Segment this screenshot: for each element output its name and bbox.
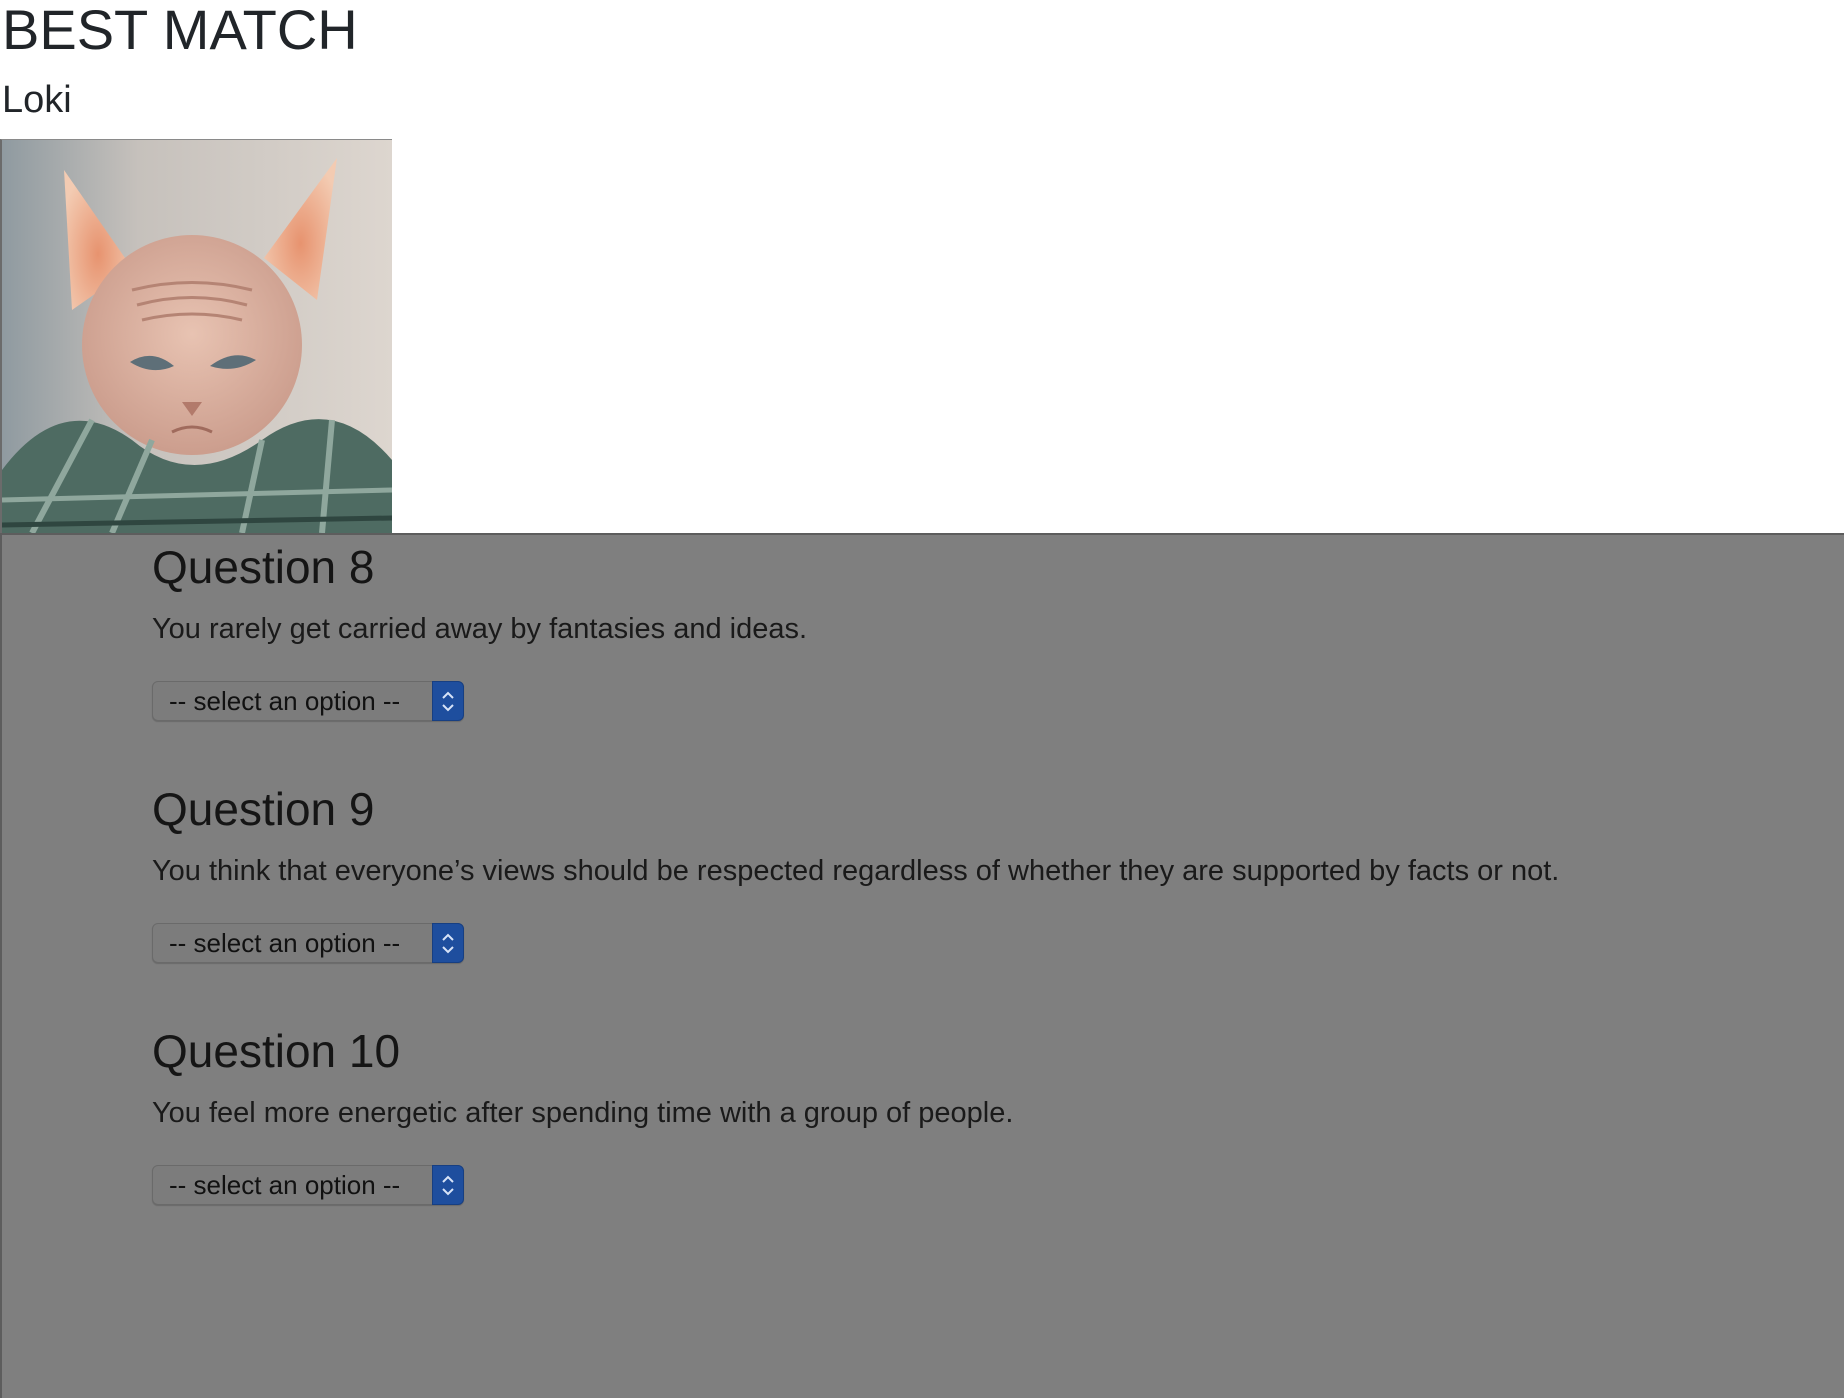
select-value: -- select an option -- <box>169 1170 401 1200</box>
select-value: -- select an option -- <box>169 928 401 958</box>
sphynx-cat-photo <box>2 140 392 533</box>
question-text: You rarely get carried away by fantasies… <box>152 613 808 645</box>
best-match-title: BEST MATCH <box>2 0 358 61</box>
question-heading: Question 10 <box>152 1025 401 1077</box>
question-8: Question 8 You rarely get carried away b… <box>152 539 807 721</box>
select-stepper-icon <box>432 923 464 963</box>
select-stepper-icon <box>432 1165 464 1205</box>
question-10: Question 10 You feel more energetic afte… <box>152 1023 1013 1205</box>
match-photo <box>0 139 392 533</box>
answer-select[interactable]: -- select an option -- <box>152 681 464 721</box>
select-value: -- select an option -- <box>169 686 401 716</box>
questions-overlay: Question 8 You rarely get carried away b… <box>0 533 1844 1398</box>
question-heading: Question 9 <box>152 783 375 835</box>
answer-select[interactable]: -- select an option -- <box>152 923 464 963</box>
match-name: Loki <box>2 79 72 121</box>
question-heading: Question 8 <box>152 541 375 593</box>
select-stepper-icon <box>432 681 464 721</box>
answer-select[interactable]: -- select an option -- <box>152 1165 464 1205</box>
question-text: You think that everyone’s views should b… <box>152 855 1560 887</box>
page: BEST MATCH Loki Question 8 You rarely ge… <box>0 0 1844 1398</box>
question-9: Question 9 You think that everyone’s vie… <box>152 781 1559 963</box>
best-match-panel: BEST MATCH Loki <box>0 0 1844 533</box>
question-text: You feel more energetic after spending t… <box>152 1097 1014 1129</box>
